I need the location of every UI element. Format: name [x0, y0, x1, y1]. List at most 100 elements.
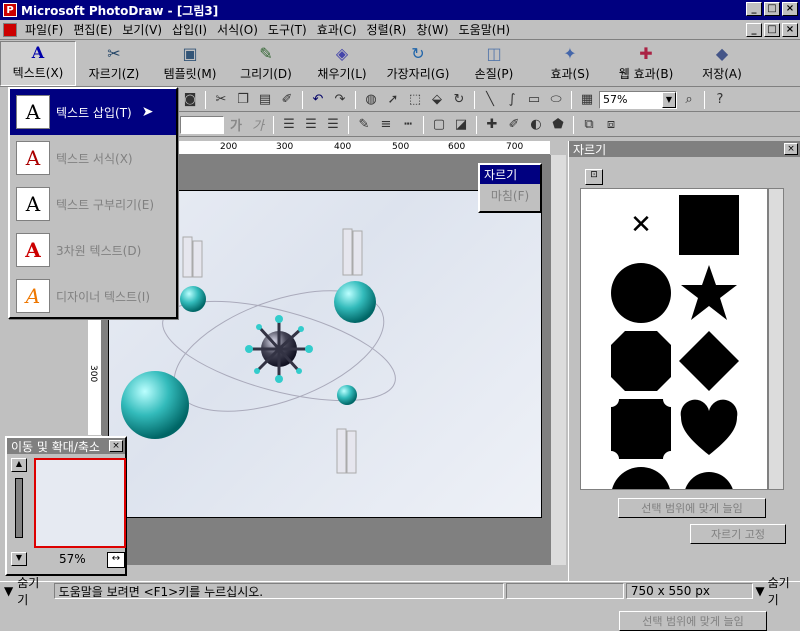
- edge-button[interactable]: ↻ 가장자리(G): [380, 41, 456, 86]
- shape-apple[interactable]: [677, 465, 741, 489]
- 3d-icon[interactable]: ◪: [451, 115, 471, 135]
- menu-view[interactable]: 보기(V): [117, 21, 167, 38]
- menu-insert[interactable]: 삽입(I): [167, 21, 212, 38]
- fill-button[interactable]: ◈ 채우기(L): [304, 41, 380, 86]
- rectangle-icon[interactable]: ▭: [524, 90, 544, 110]
- effects-button[interactable]: ✦ 효과(S): [532, 41, 608, 86]
- menu-insert-text[interactable]: A 텍스트 삽입(T) ➤: [10, 89, 176, 135]
- close-icon[interactable]: ×: [784, 143, 798, 155]
- zoom-icon[interactable]: ⌕: [679, 90, 699, 110]
- close-button[interactable]: ×: [782, 2, 798, 16]
- menu-format[interactable]: 서식(O): [212, 21, 263, 38]
- shape-diamond[interactable]: [677, 329, 741, 393]
- crop-option[interactable]: 자르기: [480, 165, 540, 184]
- fill-bucket-icon[interactable]: ⬙: [427, 90, 447, 110]
- touchup-button[interactable]: ◫ 손질(P): [456, 41, 532, 86]
- gallery-scrollbar[interactable]: [768, 188, 784, 490]
- web-effects-button[interactable]: ✚ 웹 효과(B): [608, 41, 684, 86]
- finish-option[interactable]: 마침(F): [480, 184, 540, 207]
- template-button[interactable]: ▣ 템플릿(M): [152, 41, 228, 86]
- maximize-button[interactable]: □: [764, 2, 780, 16]
- menu-window[interactable]: 창(W): [411, 21, 453, 38]
- shape-heart[interactable]: [677, 397, 741, 461]
- tag-icon[interactable]: ⬟: [548, 115, 568, 135]
- shape-notched-square[interactable]: [609, 397, 673, 461]
- hide-left[interactable]: 숨기기: [17, 574, 49, 608]
- transform-icon[interactable]: ✚: [482, 115, 502, 135]
- vertical-scrollbar[interactable]: [550, 155, 566, 565]
- ungroup-icon[interactable]: ⧈: [601, 115, 621, 135]
- shape-circle-2[interactable]: [609, 465, 673, 489]
- menu-edit[interactable]: 편집(E): [68, 21, 117, 38]
- paste-icon[interactable]: ▤: [255, 90, 275, 110]
- draw-button[interactable]: ✎ 그리기(D): [228, 41, 304, 86]
- font-size-select[interactable]: [180, 115, 224, 134]
- line-color-icon[interactable]: ✎: [354, 115, 374, 135]
- position-readout: [506, 583, 624, 599]
- shape-square[interactable]: [677, 193, 741, 257]
- close-icon[interactable]: ×: [109, 440, 123, 452]
- save-button[interactable]: ◆ 저장(A): [684, 41, 760, 86]
- rotate-icon[interactable]: ↻: [449, 90, 469, 110]
- region-select-icon[interactable]: ⬚: [405, 90, 425, 110]
- shape-circle[interactable]: [609, 261, 673, 325]
- hide-arrow-icon[interactable]: ▼: [0, 584, 17, 598]
- cut-icon[interactable]: ✂: [211, 90, 231, 110]
- undo-icon[interactable]: ↶: [308, 90, 328, 110]
- align-right-icon[interactable]: ☰: [323, 115, 343, 135]
- navigator-thumbnail[interactable]: [34, 458, 126, 548]
- fit-to-selection-button[interactable]: 선택 범위에 맞게 늘임: [619, 611, 767, 631]
- italic-icon[interactable]: 가: [248, 115, 268, 135]
- zoom-slider[interactable]: [15, 478, 23, 538]
- shape-octagon[interactable]: [609, 329, 673, 393]
- fit-to-selection-button[interactable]: 선택 범위에 맞게 늘임: [618, 498, 766, 518]
- app-icon[interactable]: P: [3, 3, 17, 17]
- format-painter-icon[interactable]: ✐: [277, 90, 297, 110]
- hide-right[interactable]: 숨기기: [768, 574, 800, 608]
- doc-minimize-button[interactable]: _: [746, 23, 762, 37]
- doc-restore-button[interactable]: □: [764, 23, 780, 37]
- shape-star[interactable]: [677, 261, 741, 325]
- zoom-in-icon[interactable]: ▲: [11, 458, 27, 472]
- help-icon[interactable]: ?: [710, 90, 730, 110]
- bold-icon[interactable]: 가: [226, 115, 246, 135]
- zoom-out-icon[interactable]: ▼: [11, 552, 27, 566]
- paint-icon[interactable]: ✐: [504, 115, 524, 135]
- fix-crop-button[interactable]: 자르기 고정: [690, 524, 786, 544]
- panel-options-button[interactable]: ⊡: [585, 169, 603, 185]
- shadow-icon[interactable]: ▢: [429, 115, 449, 135]
- ellipse-icon[interactable]: ⬭: [546, 90, 566, 110]
- zoom-select[interactable]: 57% ▼: [599, 90, 677, 109]
- crop-button[interactable]: ✂ 자르기(Z): [76, 41, 152, 86]
- pointer-icon[interactable]: ➚: [383, 90, 403, 110]
- curve-icon[interactable]: ∫: [502, 90, 522, 110]
- hide-right-arrow-icon[interactable]: ▼: [755, 584, 764, 598]
- globe-icon[interactable]: ◍: [361, 90, 381, 110]
- align-center-icon[interactable]: ☰: [301, 115, 321, 135]
- dash-style-icon[interactable]: ┅: [398, 115, 418, 135]
- align-left-icon[interactable]: ☰: [279, 115, 299, 135]
- fit-icon[interactable]: ↔: [107, 552, 125, 568]
- menu-tools[interactable]: 도구(T): [263, 21, 312, 38]
- menu-designer-text[interactable]: A 디자이너 텍스트(I): [10, 273, 176, 319]
- menu-file[interactable]: 파일(F): [20, 21, 68, 38]
- line-style-icon[interactable]: ≡: [376, 115, 396, 135]
- properties-icon[interactable]: ▦: [577, 90, 597, 110]
- text-button[interactable]: A 텍스트(X): [0, 41, 76, 86]
- menu-3d-text[interactable]: A 3차원 텍스트(D): [10, 227, 176, 273]
- doc-close-button[interactable]: ×: [782, 23, 798, 37]
- document-icon[interactable]: [3, 22, 17, 37]
- menu-bend-text[interactable]: A 텍스트 구부리기(E): [10, 181, 176, 227]
- copy-icon[interactable]: ❐: [233, 90, 253, 110]
- minimize-button[interactable]: _: [746, 2, 762, 16]
- line-icon[interactable]: ╲: [480, 90, 500, 110]
- color-icon[interactable]: ◐: [526, 115, 546, 135]
- menu-effects[interactable]: 효과(C): [312, 21, 362, 38]
- menu-format-text[interactable]: A 텍스트 서식(X): [10, 135, 176, 181]
- camera-icon[interactable]: ◙: [180, 90, 200, 110]
- menu-help[interactable]: 도움말(H): [454, 21, 516, 38]
- menu-arrange[interactable]: 정렬(R): [362, 21, 412, 38]
- group-icon[interactable]: ⧉: [579, 115, 599, 135]
- shape-none[interactable]: ✕: [609, 193, 673, 257]
- redo-icon[interactable]: ↷: [330, 90, 350, 110]
